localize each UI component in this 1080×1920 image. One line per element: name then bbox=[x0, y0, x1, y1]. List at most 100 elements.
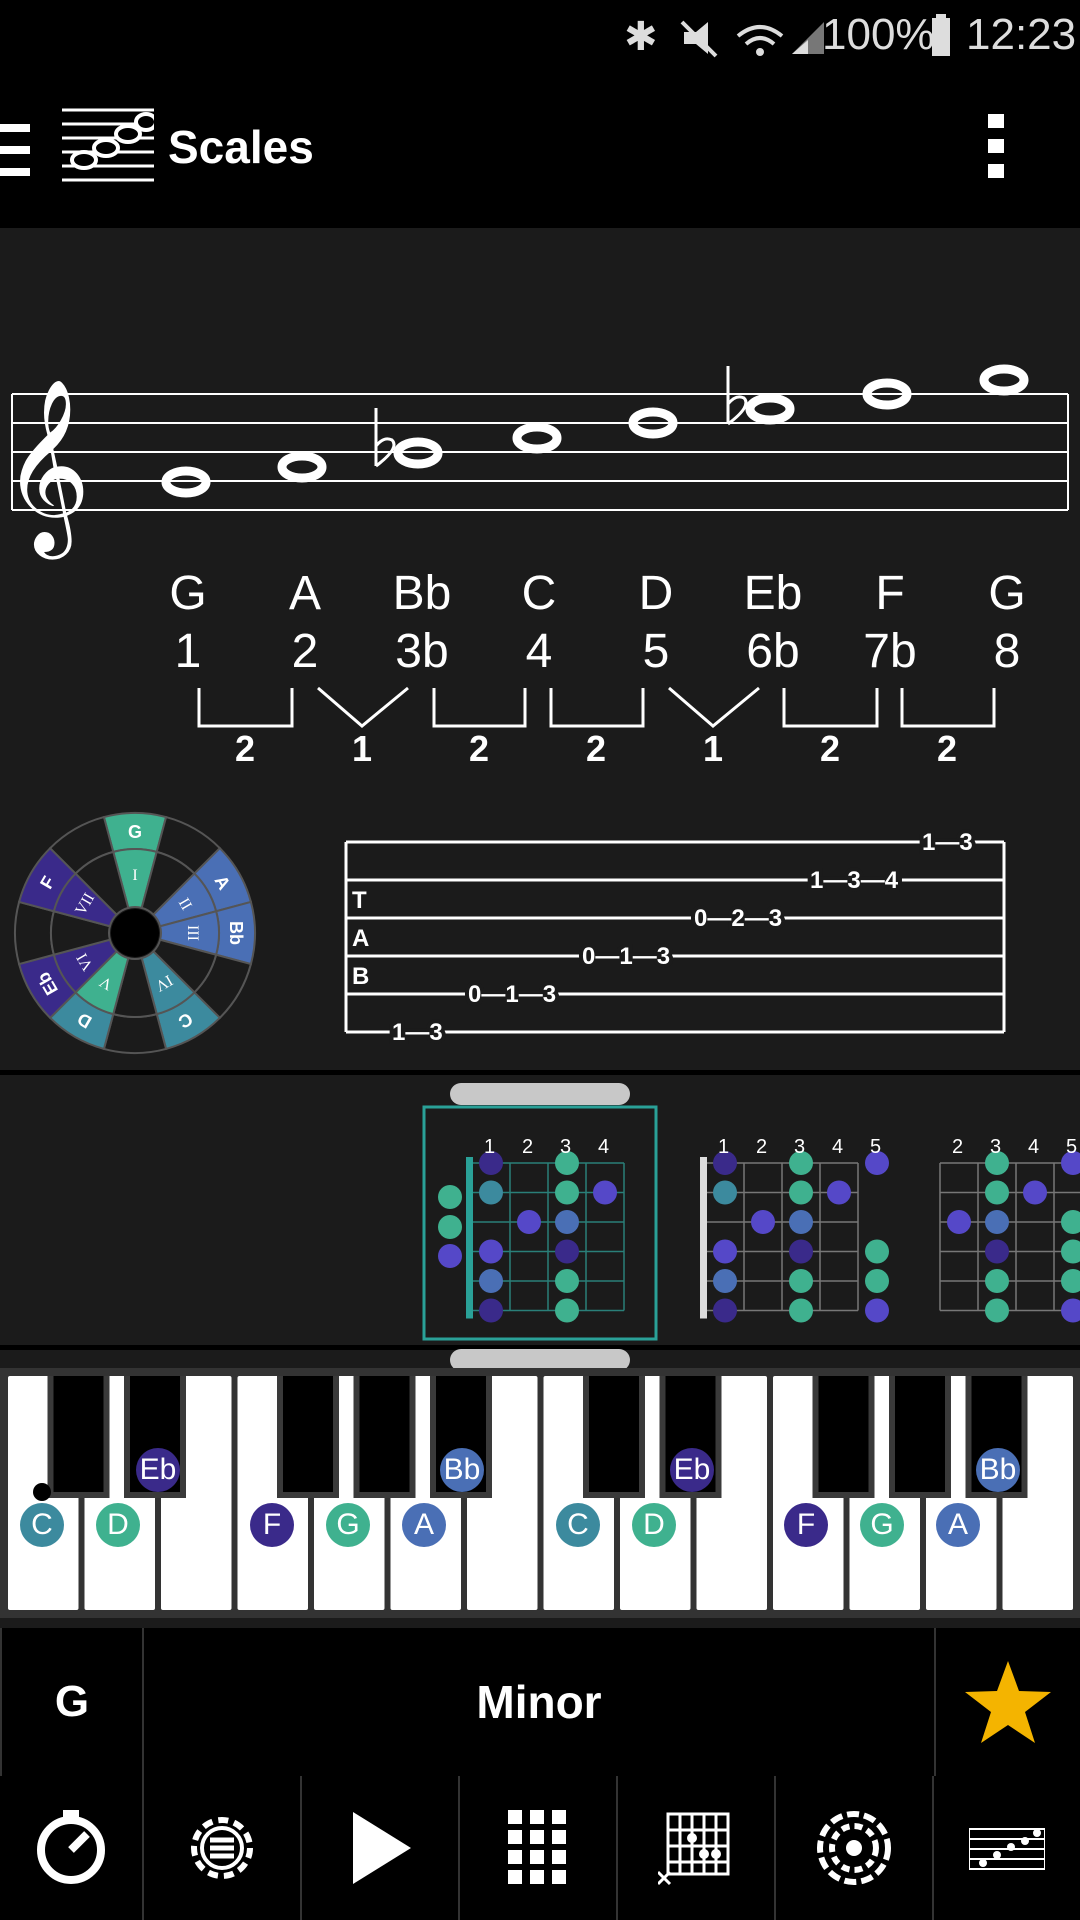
fret-dot bbox=[438, 1244, 462, 1268]
wheel-icon bbox=[817, 1811, 891, 1885]
fret-dot bbox=[713, 1239, 737, 1264]
tab-clef-b: B bbox=[352, 963, 369, 990]
piano-keyboard[interactable]: C D Eb F G A Bb C D Eb F G A Bb bbox=[0, 1368, 1080, 1618]
settings-button[interactable] bbox=[144, 1776, 302, 1920]
fret-number: 3 bbox=[560, 1136, 571, 1158]
black-key[interactable] bbox=[818, 1376, 869, 1492]
mode-wheel[interactable]: GI AIIBbIIICIVDVEbVIFVII bbox=[10, 808, 260, 1058]
bottom-toolbar bbox=[0, 1776, 1080, 1920]
fret-diagram-panel[interactable]: 1 2 3 4 1 2 3 4 5 2 3 4 5 bbox=[0, 1070, 1080, 1371]
fret-dot bbox=[1061, 1269, 1080, 1293]
scale-degree: 1 bbox=[174, 625, 202, 678]
fret-dot bbox=[789, 1269, 813, 1293]
black-key[interactable] bbox=[895, 1376, 945, 1492]
scale-selector-bar: G Minor bbox=[0, 1628, 1080, 1776]
fret-dot bbox=[555, 1180, 579, 1205]
status-bar: ✱ 100% 12:23 bbox=[0, 0, 1080, 72]
interval-step: 2 bbox=[936, 728, 958, 769]
fret-number: 3 bbox=[794, 1136, 805, 1158]
play-icon bbox=[353, 1812, 411, 1884]
scale-degree: 6b bbox=[746, 625, 800, 678]
scale-degree: 3b bbox=[395, 625, 449, 678]
fret-dot bbox=[713, 1298, 737, 1323]
grid-button[interactable] bbox=[460, 1776, 618, 1920]
piano-keys[interactable] bbox=[0, 1368, 1080, 1618]
fret-number: 1 bbox=[718, 1136, 729, 1158]
scales-logo-icon bbox=[62, 108, 154, 182]
fret-dot bbox=[593, 1180, 617, 1205]
scale-type-selector[interactable]: Minor bbox=[144, 1628, 936, 1776]
key-label-a: A bbox=[936, 1503, 980, 1547]
grid-icon bbox=[508, 1810, 566, 1884]
fret-dot bbox=[789, 1298, 813, 1323]
black-key[interactable] bbox=[53, 1376, 104, 1492]
chord-chart-button[interactable] bbox=[618, 1776, 776, 1920]
scale-degree: 5 bbox=[642, 625, 670, 678]
tab-string-5: 0—1—3 bbox=[468, 981, 556, 1008]
scale-display: 𝄞 G A Bb C D Eb F G 1 2 3b 4 5 6b 7b 8 2… bbox=[0, 228, 1080, 1088]
fret-dot bbox=[713, 1180, 737, 1205]
svg-text:✱: ✱ bbox=[624, 14, 658, 60]
fret-number: 5 bbox=[1066, 1136, 1077, 1158]
fret-dot bbox=[1061, 1210, 1080, 1234]
key-selector[interactable]: G bbox=[0, 1628, 144, 1776]
fret-number: 4 bbox=[832, 1136, 843, 1158]
touch-indicator bbox=[33, 1483, 51, 1501]
fret-dot bbox=[947, 1210, 971, 1234]
interval-step: 1 bbox=[702, 728, 724, 769]
tab-string-1: 1—3 bbox=[922, 829, 973, 856]
wheel-note-label: Bb bbox=[226, 921, 246, 945]
key-label-bb: Bb bbox=[976, 1448, 1020, 1492]
key-label-d: D bbox=[96, 1503, 140, 1547]
fret-dot bbox=[517, 1210, 541, 1234]
key-label-d: D bbox=[632, 1503, 676, 1547]
treble-clef-icon: 𝄞 bbox=[2, 378, 91, 560]
scale-name: Minor bbox=[476, 1676, 602, 1728]
favorite-button[interactable] bbox=[936, 1628, 1080, 1776]
fret-number: 2 bbox=[952, 1136, 963, 1158]
black-key[interactable] bbox=[283, 1376, 333, 1492]
tab-string-2: 1—3—4 bbox=[810, 867, 899, 894]
panel-drag-handle[interactable] bbox=[450, 1083, 630, 1105]
page-title: Scales bbox=[168, 121, 314, 173]
staff-view-button[interactable] bbox=[934, 1776, 1080, 1920]
key-label-eb: Eb bbox=[136, 1448, 180, 1492]
tab-string-6: 1—3 bbox=[392, 1019, 443, 1046]
fret-dot bbox=[479, 1180, 503, 1205]
metronome-button[interactable] bbox=[0, 1776, 144, 1920]
fret-dot bbox=[985, 1210, 1009, 1234]
scale-note: G bbox=[169, 567, 207, 620]
tab-clef-t: T bbox=[352, 887, 367, 914]
scale-degree: 2 bbox=[291, 625, 319, 678]
overflow-menu-icon[interactable] bbox=[986, 114, 1008, 178]
scale-note: D bbox=[638, 567, 674, 620]
key-label-c: C bbox=[20, 1503, 64, 1547]
fret-dot bbox=[789, 1210, 813, 1234]
metronome-icon bbox=[37, 1810, 105, 1884]
fret-number: 1 bbox=[484, 1136, 495, 1158]
scale-note: G bbox=[988, 567, 1026, 620]
fret-dot bbox=[865, 1269, 889, 1293]
black-key[interactable] bbox=[359, 1376, 410, 1492]
fret-dot bbox=[985, 1298, 1009, 1323]
fret-dot bbox=[985, 1180, 1009, 1205]
interval-step: 2 bbox=[585, 728, 607, 769]
circle-of-fifths-button[interactable] bbox=[776, 1776, 934, 1920]
scale-degree: 7b bbox=[863, 625, 917, 678]
play-button[interactable] bbox=[302, 1776, 460, 1920]
scale-degree: 8 bbox=[993, 625, 1021, 678]
black-key[interactable] bbox=[589, 1376, 639, 1492]
fret-number: 2 bbox=[756, 1136, 767, 1158]
key-label-f: F bbox=[250, 1503, 294, 1547]
tab-string-3: 0—2—3 bbox=[694, 905, 782, 932]
scale-degree: 4 bbox=[525, 625, 553, 678]
fret-dot bbox=[985, 1269, 1009, 1293]
app-bar: Scales bbox=[0, 72, 1080, 228]
key-label-g: G bbox=[860, 1503, 904, 1547]
fret-dot bbox=[865, 1239, 889, 1264]
fret-dot bbox=[751, 1210, 775, 1234]
scale-note: F bbox=[875, 567, 905, 620]
menu-icon[interactable] bbox=[0, 122, 32, 178]
key-label-eb: Eb bbox=[670, 1448, 714, 1492]
key-label-c: C bbox=[556, 1503, 600, 1547]
